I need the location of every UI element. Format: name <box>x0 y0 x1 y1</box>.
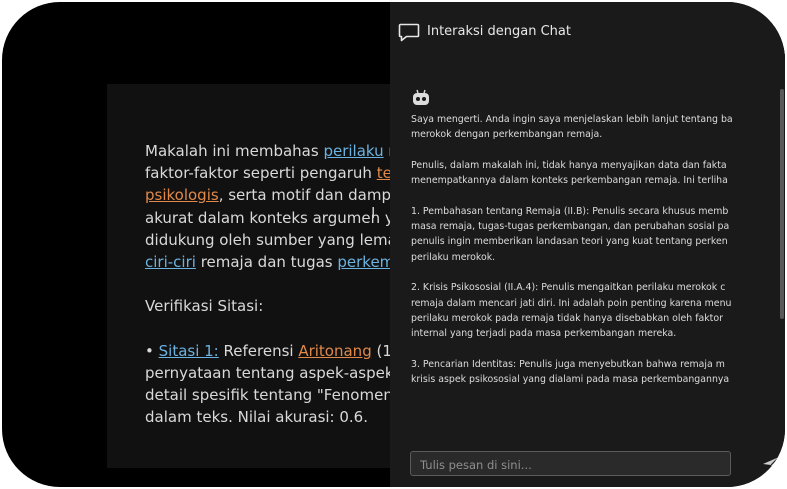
document-highlight-link[interactable]: psikologis <box>145 186 219 204</box>
document-line: ciri-ciri remaja dan tugas perkemba <box>145 251 407 273</box>
send-icon[interactable] <box>761 454 781 474</box>
document-highlight-link[interactable]: Sitasi 1: <box>159 342 219 360</box>
text-cursor-icon: I <box>371 204 376 222</box>
document-line: Verifikasi Sitasi: <box>145 295 407 317</box>
message-line: Penulis, dalam makalah ini, tidak hanya … <box>411 159 727 171</box>
document-line: akurat dalam konteks argumen yan <box>145 207 407 229</box>
document-line: pernyataan tentang aspek-aspek pe <box>145 362 407 384</box>
document-blank-line <box>145 318 407 340</box>
bot-message: Saya mengerti. Anda ingin saya menjelask… <box>411 112 763 408</box>
document-text-run: • <box>145 341 159 360</box>
document-line: psikologis, serta motif dan dampak <box>145 184 407 206</box>
document-text-run: Makalah ini membahas <box>145 142 324 160</box>
chat-header: Interaksi dengan Chat <box>390 2 785 62</box>
document-text-run: didukung oleh sumber yang lemah. <box>145 230 407 249</box>
app-window: Makalah ini membahas perilaku mefaktor-f… <box>2 2 785 487</box>
message-line: perilaku merokok. <box>411 251 496 263</box>
message-line: remaja dalam mencari jati diri. Ini adal… <box>411 297 732 309</box>
document-panel: Makalah ini membahas perilaku mefaktor-f… <box>107 84 407 468</box>
message-line: 2. Krisis Psikososial (II.A.4): Penulis … <box>411 282 726 294</box>
document-text-run: remaja dan tugas <box>195 252 338 271</box>
document-text-run: pernyataan tentang aspek-aspek pe <box>145 363 407 382</box>
document-line: dalam teks. Nilai akurasi: 0.6. <box>145 406 407 428</box>
document-line: • Sitasi 1: Referensi Aritonang (199 <box>145 340 407 362</box>
document-text-run: faktor-faktor seperti pengaruh <box>145 164 377 183</box>
message-line: perilaku merokok pada remaja tidak hanya… <box>411 312 723 324</box>
document-highlight-link[interactable]: perilaku <box>323 142 383 160</box>
document-blank-line <box>145 273 407 295</box>
document-text-run: , serta motif dan dampak <box>218 186 407 205</box>
message-input[interactable] <box>418 452 722 477</box>
robot-icon <box>413 89 429 105</box>
message-line: krisis aspek psikososial yang dialami pa… <box>411 374 730 386</box>
chat-title: Interaksi dengan Chat <box>427 24 571 39</box>
chat-scrollbar-thumb[interactable] <box>780 89 784 319</box>
document-line: faktor-faktor seperti pengaruh tem <box>145 162 407 184</box>
message-input-container[interactable] <box>410 451 731 477</box>
message-line: masa remaja, tugas-tugas perkembangan, d… <box>411 221 730 233</box>
document-text-run: Referensi <box>218 341 299 360</box>
document-text: Makalah ini membahas perilaku mefaktor-f… <box>145 140 407 428</box>
chat-panel: Interaksi dengan Chat Saya mengerti. And… <box>390 2 785 487</box>
document-text-run: detail spesifik tentang "Fenomena ' <box>145 386 407 405</box>
message-line: 1. Pembahasan tentang Remaja (II.B): Pen… <box>411 205 729 217</box>
document-text-run: Verifikasi Sitasi: <box>145 297 264 316</box>
message-line: internal yang terjadi pada masa perkemba… <box>411 328 677 340</box>
document-line: detail spesifik tentang "Fenomena ' <box>145 384 407 406</box>
document-highlight-link[interactable]: Aritonang <box>298 342 371 360</box>
chat-bubble-icon <box>398 23 420 42</box>
document-text-run: akurat dalam konteks argumen yan <box>145 208 407 227</box>
document-line: Makalah ini membahas perilaku me <box>145 140 407 162</box>
document-highlight-link[interactable]: ciri-ciri <box>145 253 196 271</box>
message-line: Saya mengerti. Anda ingin saya menjelask… <box>411 114 733 125</box>
message-line: 3. Pencarian Identitas: Penulis juga men… <box>411 358 725 370</box>
message-line: merokok dengan perkembangan remaja. <box>411 129 603 141</box>
document-text-run: dalam teks. Nilai akurasi: 0.6. <box>145 408 368 427</box>
message-line: penulis ingin memberikan landasan teori … <box>411 236 728 248</box>
message-line: menempatkannya dalam konteks perkembanga… <box>411 175 728 187</box>
document-line: didukung oleh sumber yang lemah. <box>145 229 407 251</box>
